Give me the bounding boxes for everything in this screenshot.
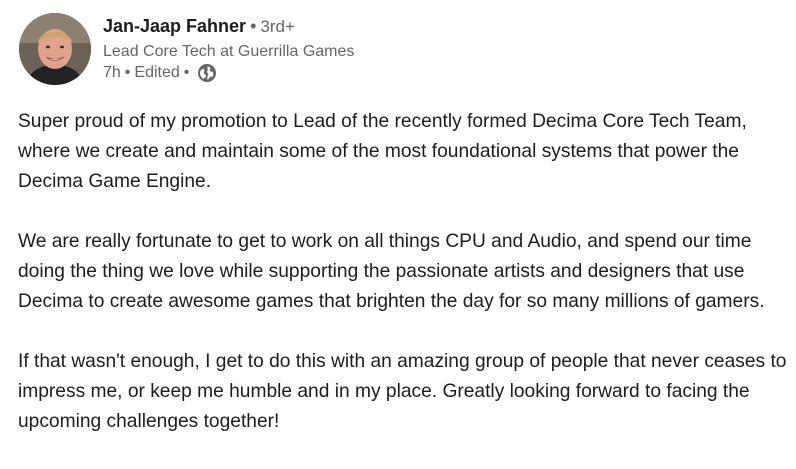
degree-separator: • [250,16,257,36]
edited-label: Edited [134,64,180,81]
post-paragraph-2: We are really fortunate to get to work o… [18,231,765,312]
meta-separator-2: • [183,64,190,81]
author-info: Jan-Jaap Fahner • 3rd+ Lead Core Tech at G… [103,14,354,84]
globe-icon [197,63,217,83]
avatar-photo-icon [19,13,91,85]
post-meta: 7h • Edited • [103,62,354,84]
post-body: Super proud of my promotion to Lead of t… [18,107,788,437]
avatar[interactable] [19,13,91,85]
author-headline: Lead Core Tech at Guerrilla Games [103,43,355,60]
post-paragraph-1: Super proud of my promotion to Lead of t… [18,111,747,192]
author-name[interactable]: Jan-Jaap Fahner [103,16,246,36]
post-card: Jan-Jaap Fahner • 3rd+ Lead Core Tech at G… [0,0,796,469]
connection-degree: 3rd+ [260,17,295,36]
post-paragraph-3: If that wasn't enough, I get to do this … [18,351,787,432]
author-name-line: Jan-Jaap Fahner • 3rd+ [103,14,354,39]
post-time: 7h [103,64,121,81]
meta-separator-1: • [124,64,131,81]
